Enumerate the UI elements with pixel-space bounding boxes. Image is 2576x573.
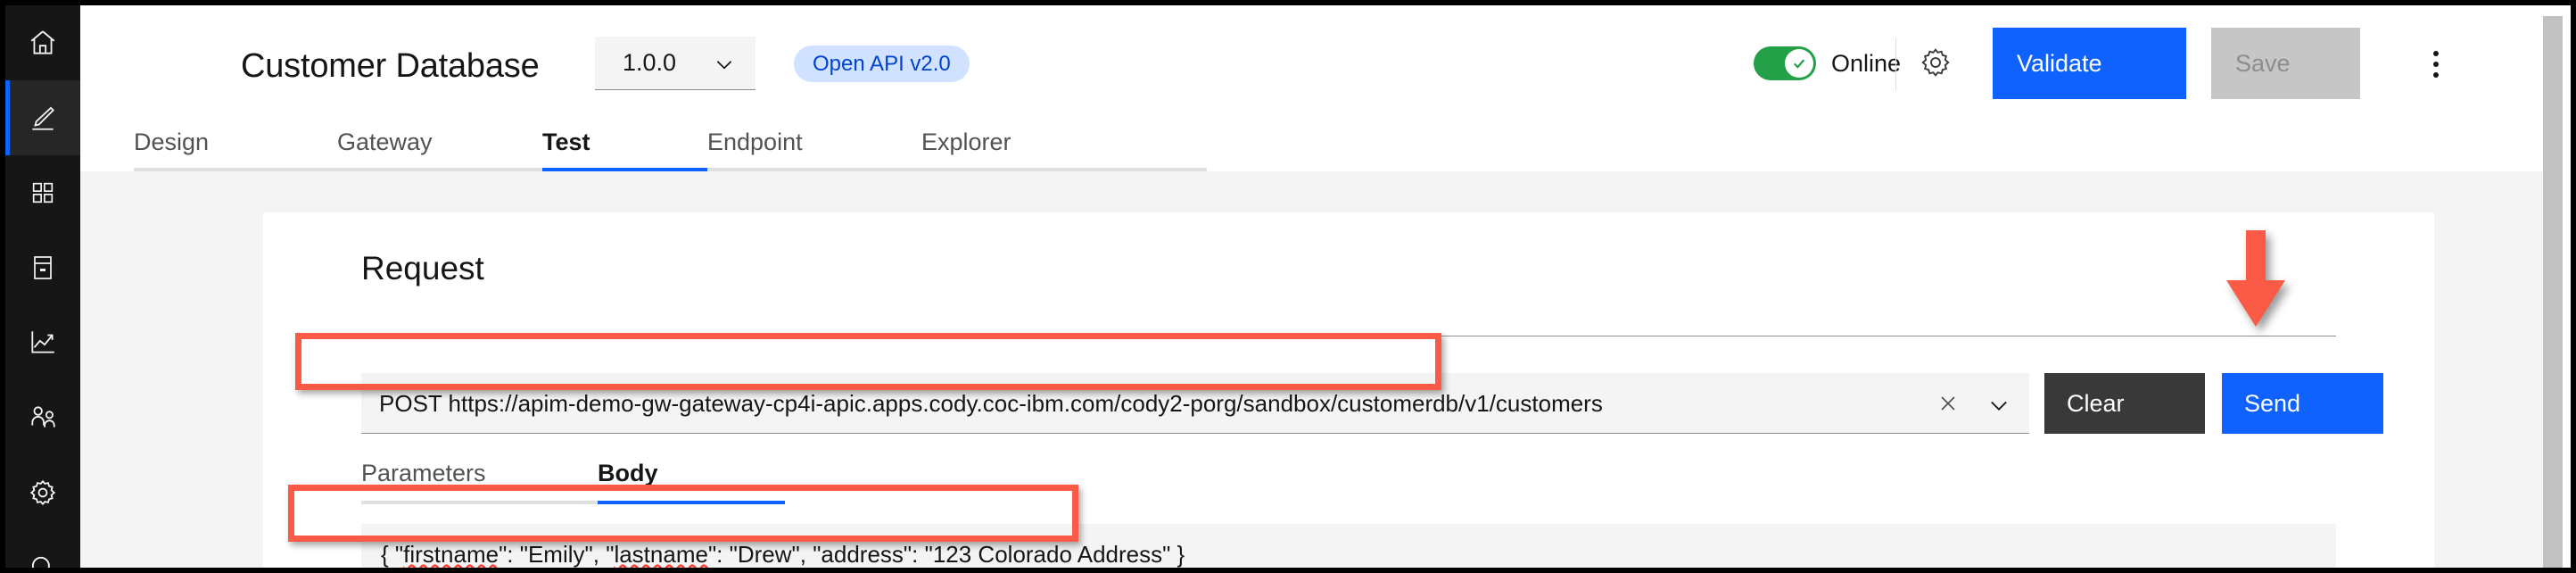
app-header: Customer Database 1.0.0 Open API v2.0 On… xyxy=(80,5,2571,127)
body-token: ": "Drew", "address": "123 Colorado Addr… xyxy=(707,541,1185,568)
rail-item-home[interactable] xyxy=(5,5,80,80)
overflow-dot xyxy=(2433,62,2439,67)
rail-item-analytics[interactable] xyxy=(5,305,80,380)
vertical-scrollbar-thumb[interactable] xyxy=(2543,16,2563,568)
gear-icon xyxy=(1919,46,1953,84)
subtab-body[interactable]: Body xyxy=(598,460,785,504)
vertical-scrollbar-track[interactable] xyxy=(2543,5,2571,568)
tab-test[interactable]: Test xyxy=(542,127,707,171)
request-url-input[interactable]: POST https://apim-demo-gw-gateway-cp4i-a… xyxy=(361,373,2029,434)
save-button[interactable]: Save xyxy=(2211,28,2360,99)
rail-item-search[interactable] xyxy=(5,530,80,568)
toggle-knob xyxy=(1785,49,1813,78)
rail-item-catalog[interactable] xyxy=(5,230,80,305)
overflow-dot xyxy=(2433,72,2439,78)
app-viewport: Customer Database 1.0.0 Open API v2.0 On… xyxy=(5,5,2571,568)
online-toggle[interactable] xyxy=(1754,46,1816,80)
rail-item-settings[interactable] xyxy=(5,455,80,530)
online-status-label: Online xyxy=(1831,49,1902,77)
overflow-dot xyxy=(2433,51,2439,56)
search-icon xyxy=(28,552,58,568)
left-nav-rail xyxy=(5,5,80,568)
online-toggle-group: Online xyxy=(1754,46,1901,80)
tab-endpoint[interactable]: Endpoint xyxy=(707,127,921,171)
subtab-parameters[interactable]: Parameters xyxy=(361,460,598,504)
screenshot-frame: Customer Database 1.0.0 Open API v2.0 On… xyxy=(0,0,2576,573)
rail-item-members[interactable] xyxy=(5,380,80,455)
settings-gear-button[interactable] xyxy=(1909,37,1962,91)
page-title: Customer Database xyxy=(241,47,540,85)
request-heading: Request xyxy=(361,250,484,286)
rail-item-develop[interactable] xyxy=(5,80,80,155)
tab-design[interactable]: Design xyxy=(134,127,337,171)
validate-button[interactable]: Validate xyxy=(1993,28,2186,99)
request-subtab-bar: Parameters Body xyxy=(361,460,2336,504)
header-divider xyxy=(1895,37,1896,91)
edit-icon xyxy=(28,103,58,133)
openapi-version-badge: Open API v2.0 xyxy=(794,46,970,82)
chevron-down-icon xyxy=(713,53,736,80)
version-value: 1.0.0 xyxy=(623,49,677,76)
misspelled-token: firstname xyxy=(403,541,500,568)
overflow-menu-vertical-icon[interactable] xyxy=(2413,41,2459,87)
grid-icon xyxy=(29,179,56,206)
body-token: { " xyxy=(381,541,404,568)
chevron-down-icon[interactable] xyxy=(1986,393,2011,422)
request-body-value: { "firstname": "Emily", "lastname": "Dre… xyxy=(381,541,1185,568)
request-card: Request POST https://apim-demo-gw-gatewa… xyxy=(263,212,2434,568)
close-icon[interactable] xyxy=(1936,391,1961,420)
primary-tab-bar: Design Gateway Test Endpoint Explorer xyxy=(80,127,2571,171)
misspelled-token: lastname xyxy=(614,541,708,568)
analytics-icon xyxy=(28,328,58,358)
clear-button[interactable]: Clear xyxy=(2044,373,2205,434)
request-body-editor[interactable]: { "firstname": "Emily", "lastname": "Dre… xyxy=(361,524,2336,568)
version-dropdown[interactable]: 1.0.0 xyxy=(595,37,755,90)
main-content: Request POST https://apim-demo-gw-gatewa… xyxy=(80,171,2571,568)
send-button[interactable]: Send xyxy=(2222,373,2383,434)
rail-item-apps[interactable] xyxy=(5,155,80,230)
gear-icon xyxy=(28,478,58,508)
home-icon xyxy=(28,28,58,58)
server-icon xyxy=(29,253,57,282)
tab-explorer[interactable]: Explorer xyxy=(921,127,1207,171)
body-token: ": "Emily", " xyxy=(499,541,615,568)
tab-gateway[interactable]: Gateway xyxy=(337,127,542,171)
users-icon xyxy=(28,403,58,433)
request-url-value: POST https://apim-demo-gw-gateway-cp4i-a… xyxy=(379,390,1603,417)
